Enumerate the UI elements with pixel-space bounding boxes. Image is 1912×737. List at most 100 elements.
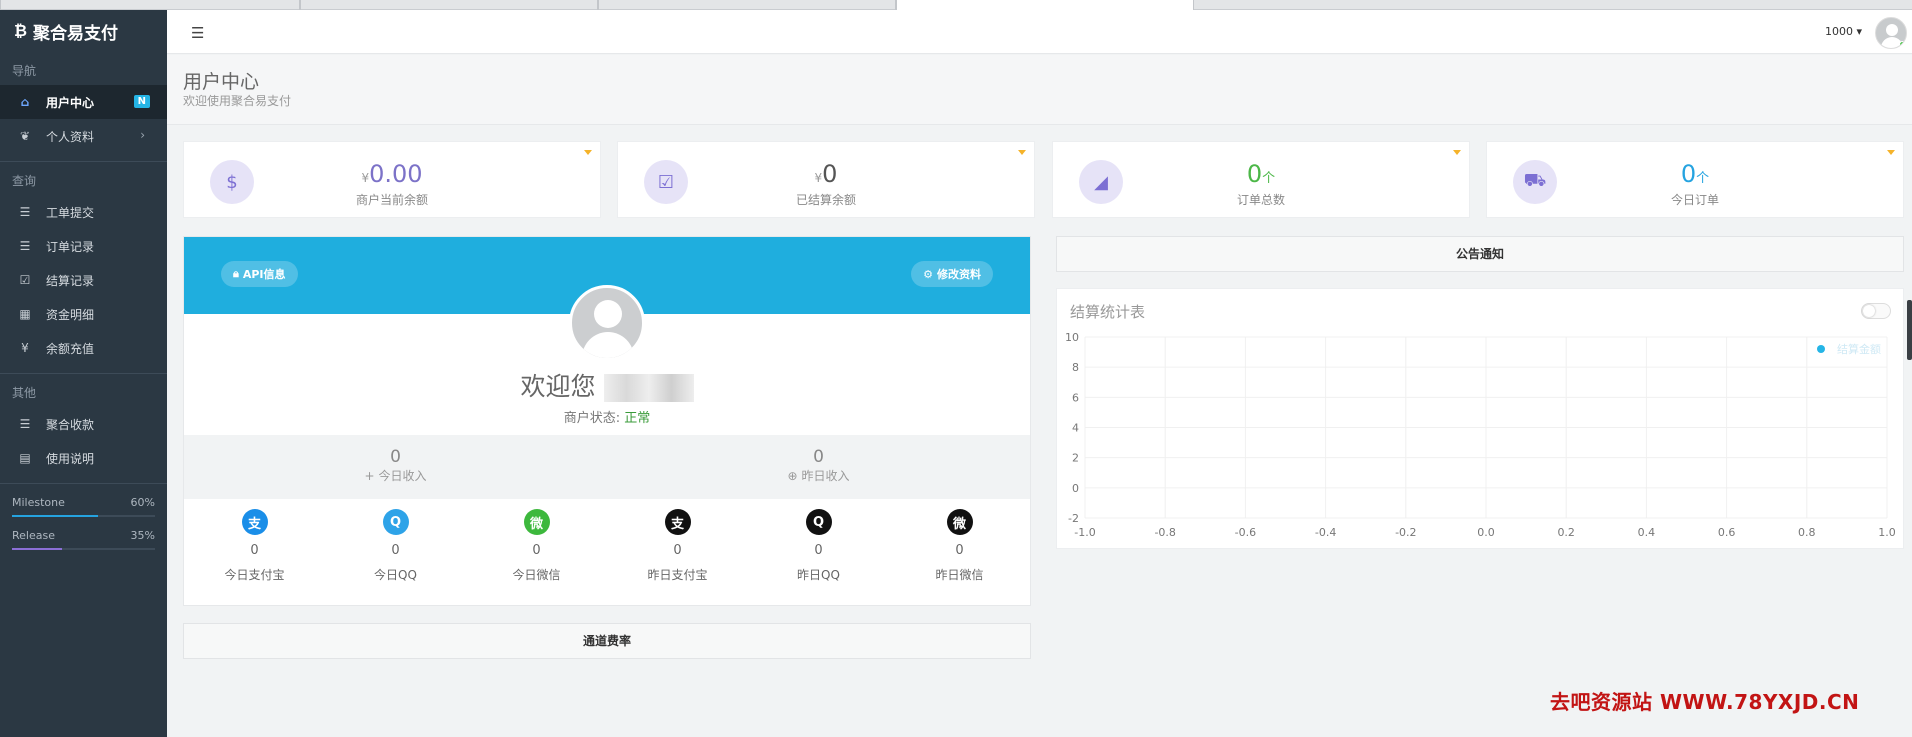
sidebar-nav: 导航 ⌂ 用户中心 N ❦ 个人资料 › 查询 ☰ 工单提交 ☰ 订单记录 ☑ 结算记录 ▦ 资金明细 ¥ 余额充…	[0, 52, 167, 475]
avatar[interactable]	[1875, 17, 1907, 49]
brand-title: 聚合易支付	[33, 23, 119, 44]
x-tick-label: 1.0	[1878, 526, 1896, 539]
caret-down-icon[interactable]	[1018, 150, 1026, 155]
status-badge: 正常	[624, 411, 651, 426]
legend-marker[interactable]	[1817, 345, 1825, 353]
page-header: 用户中心 欢迎使用聚合易支付	[167, 55, 1912, 125]
y-tick-label: 2	[1072, 452, 1079, 465]
stat-value: 0	[822, 160, 838, 188]
page-subtitle: 欢迎使用聚合易支付	[183, 94, 292, 108]
stat-label: 今日订单	[1670, 193, 1719, 207]
channel-rate-panel[interactable]: 通道费率	[183, 623, 1031, 659]
sidebar-item-结算记录[interactable]: ☑ 结算记录	[0, 263, 167, 297]
stat-card: ☑ ¥0 已结算余额	[617, 141, 1035, 218]
announcement-panel[interactable]: 公告通知	[1056, 236, 1904, 272]
legend-label[interactable]: 结算金额	[1837, 342, 1881, 356]
y-tick-label: 6	[1072, 391, 1079, 404]
x-tick-label: -1.0	[1074, 526, 1095, 539]
stat-value: 0	[1246, 160, 1263, 188]
stat-label: 已结算余额	[795, 193, 856, 207]
browser-tab[interactable]	[300, 0, 598, 10]
x-tick-label: -0.8	[1154, 526, 1175, 539]
progress-bar	[12, 548, 155, 550]
qq-icon: Q	[805, 509, 832, 535]
caret-down-icon[interactable]	[1887, 150, 1895, 155]
browser-tab-active[interactable]	[896, 0, 1194, 10]
sidebar-section-title: 导航	[12, 64, 37, 78]
payment-stat: Q 0 昨日QQ	[748, 509, 889, 583]
browser-tab[interactable]	[598, 0, 896, 10]
x-tick-label: 0.4	[1638, 526, 1656, 539]
income-summary: 0 + 今日收入 0 ⊕ 昨日收入	[184, 435, 1030, 499]
sidebar-item-label: 余额充值	[46, 341, 95, 356]
page-title: 用户中心	[183, 71, 260, 93]
currency-symbol: ¥	[361, 171, 370, 185]
sidebar-item-余额充值[interactable]: ¥ 余额充值	[0, 331, 167, 365]
brand[interactable]: ₿ 聚合易支付	[0, 10, 167, 52]
sidebar-item-label: 使用说明	[46, 451, 95, 466]
edit-profile-button[interactable]: ⚙ 修改资料	[911, 261, 993, 287]
progress-milestone: Milestone 60%	[0, 496, 167, 517]
x-tick-label: 0.0	[1477, 526, 1495, 539]
progress-percent: 35%	[130, 529, 155, 542]
chevron-right-icon: ›	[140, 128, 145, 142]
stat-card: ◢ 0个 订单总数	[1052, 141, 1470, 218]
payment-label: 昨日QQ	[797, 568, 840, 582]
list-icon: ☰	[19, 239, 31, 253]
stat-unit: 个	[1696, 171, 1710, 186]
stat-value: 0	[1680, 160, 1697, 188]
stat-card: ⛟ 0个 今日订单	[1486, 141, 1904, 218]
scrollbar[interactable]	[1907, 300, 1912, 360]
sidebar-item-使用说明[interactable]: ▤ 使用说明	[0, 441, 167, 475]
wechat-icon: 微	[523, 509, 550, 535]
x-tick-label: 0.2	[1557, 526, 1575, 539]
payment-value: 0	[250, 543, 259, 558]
progress-label: Release	[12, 529, 55, 542]
sidebar-item-聚合收款[interactable]: ☰ 聚合收款	[0, 407, 167, 441]
stat-card: $ ¥0.00 商户当前余额	[183, 141, 601, 218]
progress-percent: 60%	[130, 496, 155, 509]
stat-value: 0.00	[369, 160, 423, 188]
sidebar-item-订单记录[interactable]: ☰ 订单记录	[0, 229, 167, 263]
sidebar-section-title: 其他	[12, 386, 37, 400]
list-icon: ☰	[19, 205, 31, 219]
new-badge: N	[133, 95, 150, 108]
sidebar-item-label: 个人资料	[46, 129, 95, 144]
sidebar-item-资金明细[interactable]: ▦ 资金明细	[0, 297, 167, 331]
x-tick-label: 0.8	[1798, 526, 1816, 539]
sidebar-item-个人资料[interactable]: ❦ 个人资料 ›	[0, 119, 167, 153]
alipay-icon: 支	[241, 509, 268, 535]
progress-fill	[12, 515, 98, 517]
caret-down-icon[interactable]	[584, 150, 592, 155]
alipay-icon: 支	[664, 509, 691, 535]
x-tick-label: -0.2	[1395, 526, 1416, 539]
x-tick-label: -0.6	[1235, 526, 1256, 539]
payment-stat: 支 0 今日支付宝	[184, 509, 325, 583]
profile-card: 🔒︎ API信息 ⚙ 修改资料 欢迎您 商户状态: 正常 0 + 今日收入 0 ⊕ …	[183, 236, 1031, 606]
check-square-icon: ☑	[19, 273, 31, 287]
topbar: ☰ 1000 ▾	[167, 10, 1912, 54]
y-tick-label: 10	[1065, 331, 1079, 344]
payment-value: 0	[532, 543, 541, 558]
stat-label: 订单总数	[1236, 193, 1285, 207]
progress-fill	[12, 548, 63, 550]
progress-label: Milestone	[12, 496, 65, 509]
payment-value: 0	[955, 543, 964, 558]
yen-icon: ¥	[21, 341, 29, 355]
sidebar-item-label: 工单提交	[46, 205, 95, 220]
user-menu[interactable]: 1000 ▾	[1825, 25, 1862, 38]
browser-tab[interactable]	[0, 0, 300, 10]
sidebar: ₿ 聚合易支付 导航 ⌂ 用户中心 N ❦ 个人资料 › 查询 ☰ 工单提交 ☰ 订单记录 ☑ 结算记录 ▦…	[0, 10, 167, 737]
stat-label: 商户当前余额	[355, 193, 428, 207]
sidebar-item-工单提交[interactable]: ☰ 工单提交	[0, 195, 167, 229]
menu-icon[interactable]: ☰	[191, 24, 204, 42]
sidebar-item-用户中心[interactable]: ⌂ 用户中心 N	[0, 85, 167, 119]
welcome-text: 欢迎您	[184, 367, 1030, 403]
stat-unit: 个	[1262, 171, 1276, 186]
sidebar-section-title: 查询	[12, 174, 37, 188]
caret-down-icon[interactable]	[1453, 150, 1461, 155]
api-info-button[interactable]: 🔒︎ API信息	[221, 261, 298, 287]
watermark-text: 去吧资源站 WWW.78YXJD.CN	[1550, 690, 1860, 714]
x-tick-label: 0.6	[1718, 526, 1736, 539]
user-name: 1000	[1824, 25, 1853, 38]
